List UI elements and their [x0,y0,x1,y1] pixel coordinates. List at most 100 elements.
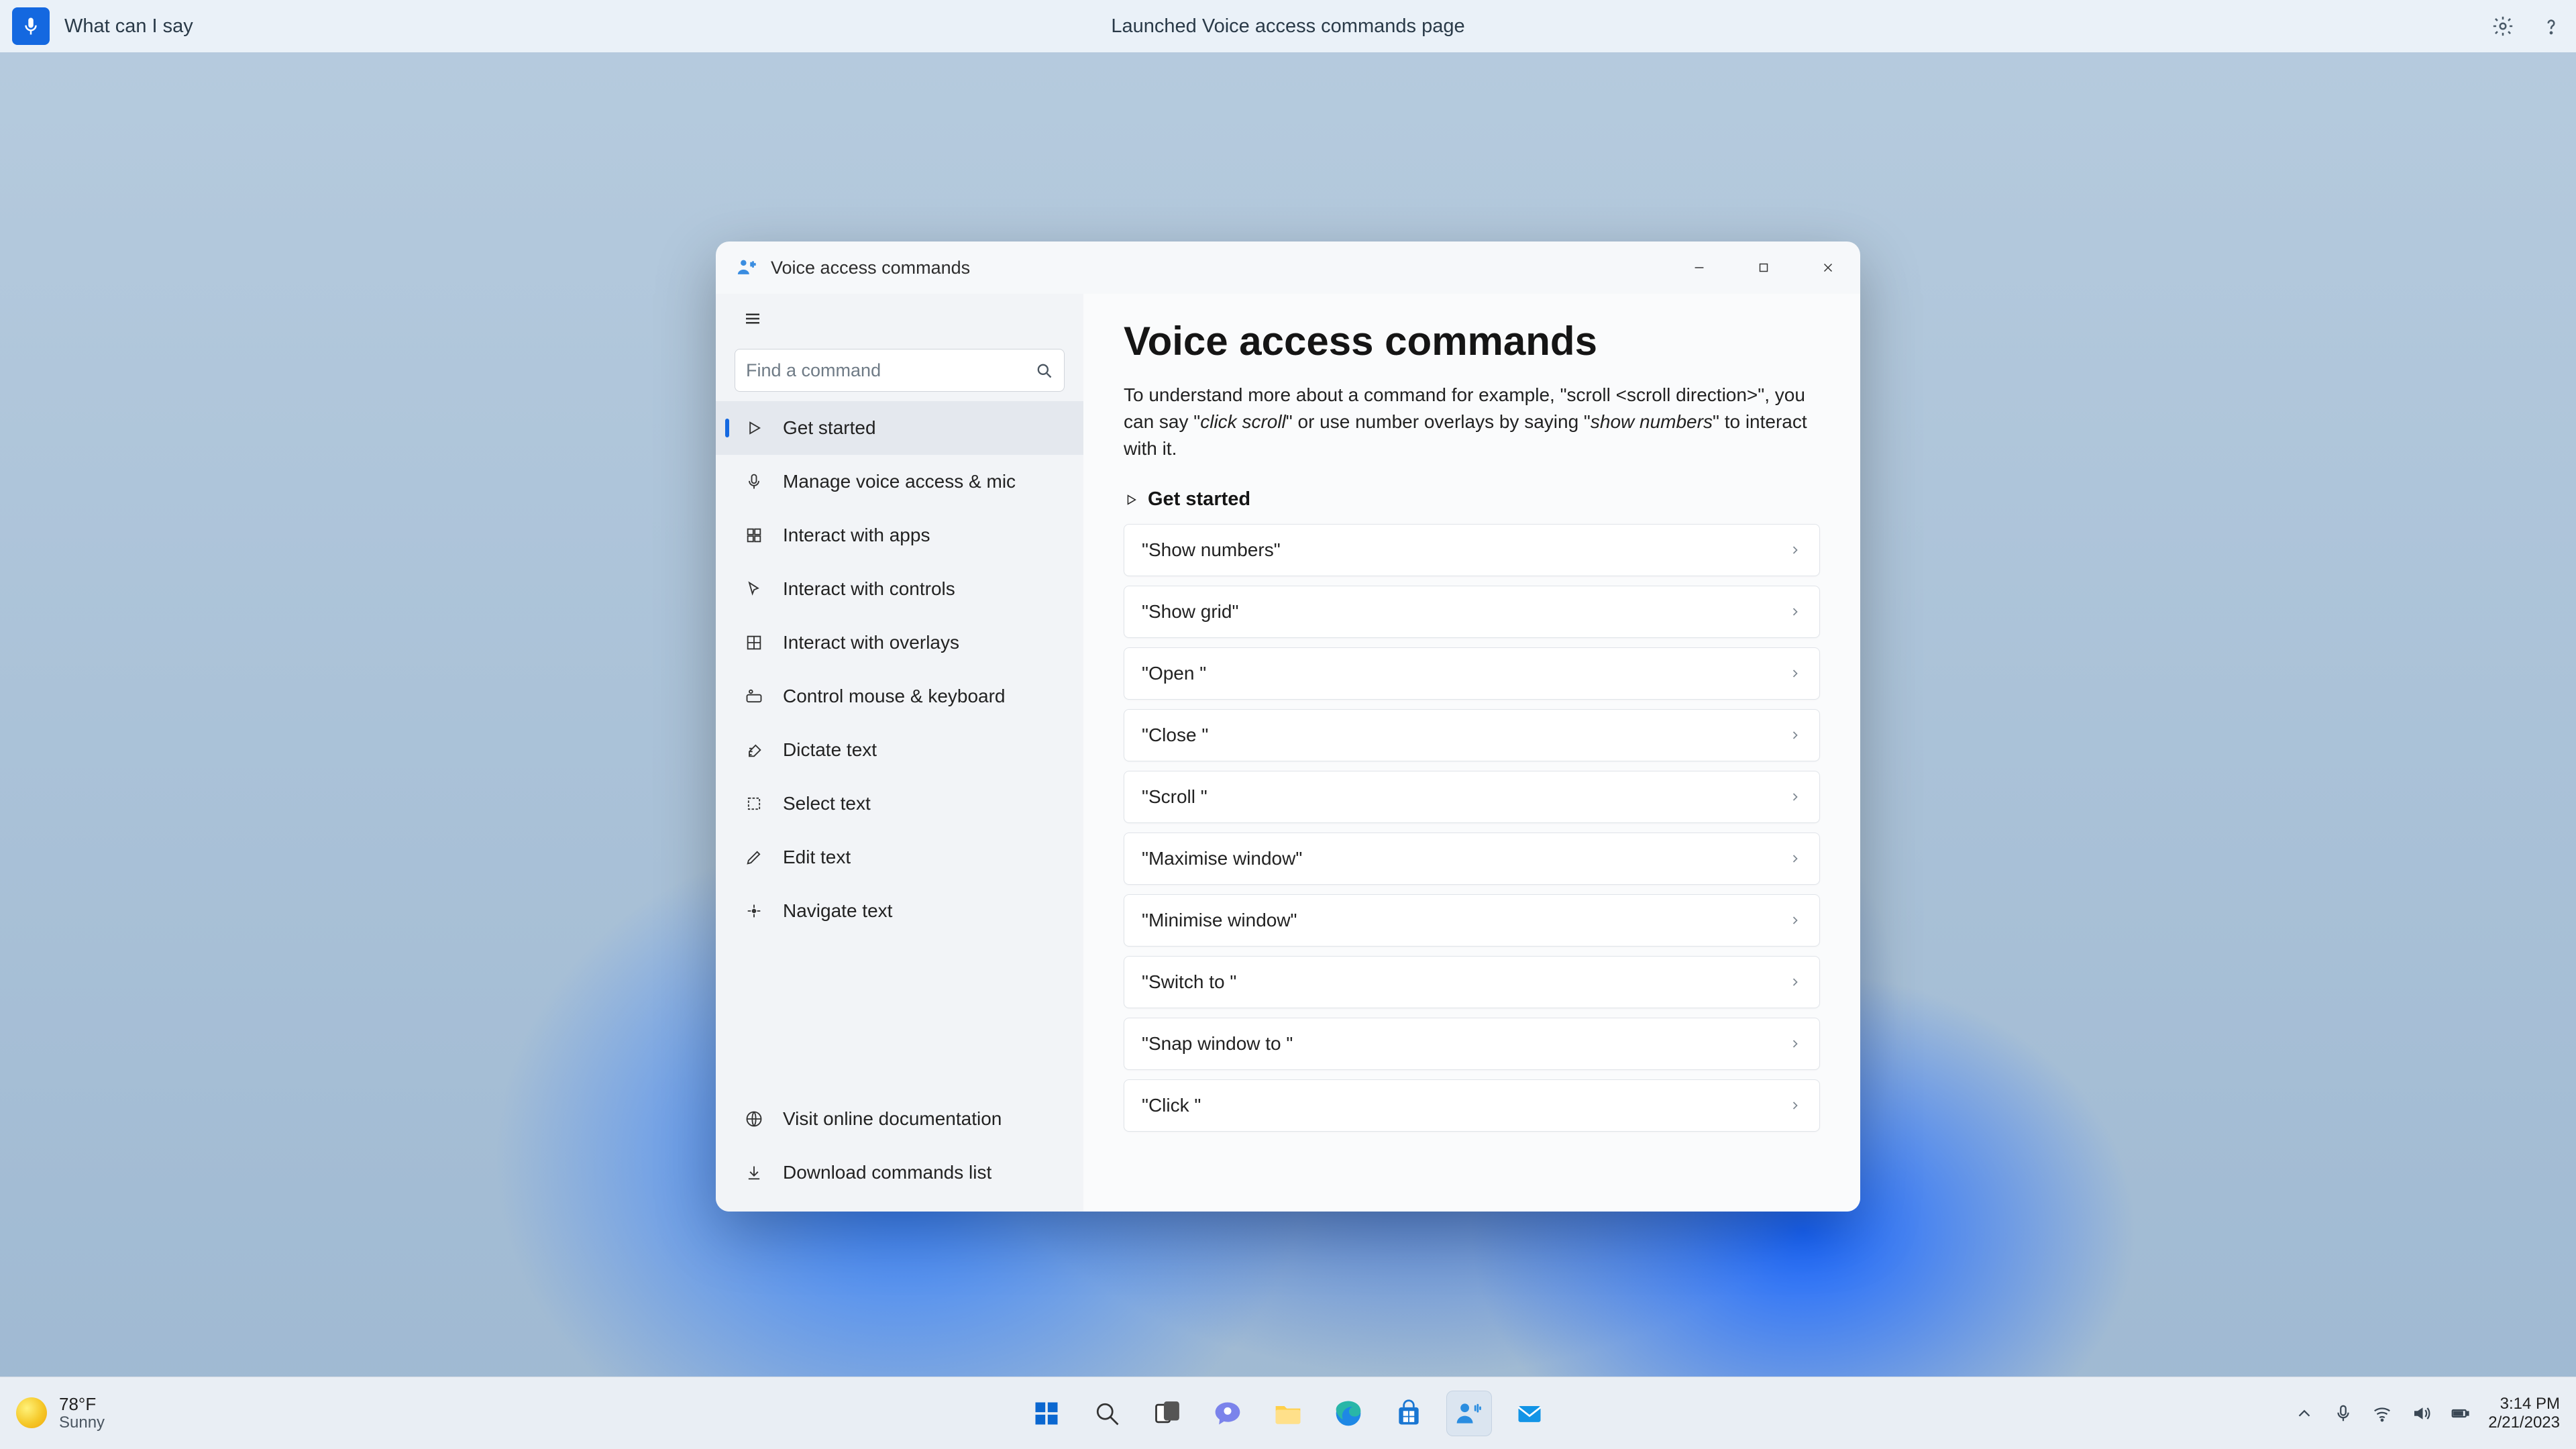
sidebar-item-label: Download commands list [783,1162,991,1183]
globe-icon [744,1109,764,1129]
taskbar-store-button[interactable] [1386,1391,1432,1436]
search-field[interactable] [735,349,1065,392]
maximize-button[interactable] [1731,241,1796,294]
command-text: "Show grid" [1142,601,1238,623]
edit-icon [744,847,764,867]
command-row[interactable]: "Scroll " [1124,771,1820,823]
sidebar-item-interact-with-controls[interactable]: Interact with controls [716,562,1083,616]
sidebar-item-edit-text[interactable]: Edit text [716,830,1083,884]
grid-icon [744,633,764,653]
tray-chevron-icon[interactable] [2294,1403,2315,1424]
dictate-icon [744,740,764,760]
chevron-right-icon [1788,852,1802,865]
hamburger-button[interactable] [735,301,771,337]
voice-access-bar: What can I say Launched Voice access com… [0,0,2576,52]
titlebar: Voice access commands [716,241,1860,294]
tray-volume-icon[interactable] [2410,1403,2432,1424]
sidebar: Get started Manage voice access & mic Inte… [716,294,1083,1212]
command-row[interactable]: "Close " [1124,709,1820,761]
taskbar-clock[interactable]: 3:14 PM 2/21/2023 [2488,1395,2560,1432]
search-icon [1034,361,1053,380]
taskbar-explorer-button[interactable] [1265,1391,1311,1436]
sidebar-item-label: Edit text [783,847,851,868]
sidebar-item-get-started[interactable]: Get started [716,401,1083,455]
minimize-button[interactable] [1667,241,1731,294]
sidebar-item-label: Control mouse & keyboard [783,686,1006,707]
weather-temp: 78°F [59,1395,105,1414]
sidebar-item-navigate-text[interactable]: Navigate text [716,884,1083,938]
chevron-right-icon [1788,790,1802,804]
chevron-right-icon [1788,543,1802,557]
command-text: "Minimise window" [1142,910,1297,931]
sidebar-item-label: Interact with overlays [783,632,959,653]
command-text: "Snap window to " [1142,1033,1293,1055]
settings-icon[interactable] [2490,13,2516,39]
tray-mic-icon[interactable] [2332,1403,2354,1424]
taskbar-chat-button[interactable] [1205,1391,1250,1436]
tray-wifi-icon[interactable] [2371,1403,2393,1424]
sidebar-item-label: Interact with controls [783,578,955,600]
command-text: "Show numbers" [1142,539,1281,561]
command-text: "Scroll " [1142,786,1208,808]
weather-icon [16,1397,47,1428]
search-input[interactable] [746,360,1034,381]
command-text: "Switch to " [1142,971,1236,993]
sidebar-item-control-mouse-keyboard[interactable]: Control mouse & keyboard [716,669,1083,723]
voice-access-commands-window: Voice access commands Get started Manage … [716,241,1860,1212]
kbm-icon [744,686,764,706]
sidebar-item-interact-with-overlays[interactable]: Interact with overlays [716,616,1083,669]
chevron-right-icon [1788,914,1802,927]
sidebar-item-dictate-text[interactable]: Dictate text [716,723,1083,777]
mic-icon [744,472,764,492]
weather-widget[interactable]: 78°F Sunny [16,1395,105,1432]
command-text: "Click " [1142,1095,1201,1116]
sidebar-item-label: Manage voice access & mic [783,471,1016,492]
command-row[interactable]: "Switch to " [1124,956,1820,1008]
command-row[interactable]: "Show numbers" [1124,524,1820,576]
sidebar-item-label: Interact with apps [783,525,930,546]
sidebar-item-label: Visit online documentation [783,1108,1002,1130]
select-icon [744,794,764,814]
taskbar-mail-button[interactable] [1507,1391,1552,1436]
start-button[interactable] [1024,1391,1069,1436]
page-description: To understand more about a command for e… [1124,382,1820,462]
command-text: "Maximise window" [1142,848,1302,869]
command-text: "Close " [1142,724,1208,746]
command-row[interactable]: "Minimise window" [1124,894,1820,947]
taskbar-voice-access-button[interactable] [1446,1391,1492,1436]
chevron-right-icon [1788,1037,1802,1051]
command-row[interactable]: "Snap window to " [1124,1018,1820,1070]
chevron-right-icon [1788,729,1802,742]
sidebar-item-download-commands-list[interactable]: Download commands list [716,1146,1083,1199]
voice-prompt-text: What can I say [64,15,193,38]
sidebar-item-label: Dictate text [783,739,877,761]
play-icon [1124,492,1138,507]
sidebar-item-manage-voice-access-mic[interactable]: Manage voice access & mic [716,455,1083,508]
tray-battery-icon[interactable] [2449,1403,2471,1424]
sidebar-item-visit-online-documentation[interactable]: Visit online documentation [716,1092,1083,1146]
command-row[interactable]: "Maximise window" [1124,833,1820,885]
command-row[interactable]: "Show grid" [1124,586,1820,638]
command-row[interactable]: "Click " [1124,1079,1820,1132]
page-title: Voice access commands [1124,318,1820,364]
taskbar-edge-button[interactable] [1326,1391,1371,1436]
task-view-button[interactable] [1144,1391,1190,1436]
close-button[interactable] [1796,241,1860,294]
window-title: Voice access commands [771,258,970,278]
taskbar-search-button[interactable] [1084,1391,1130,1436]
help-icon[interactable] [2538,13,2564,39]
weather-condition: Sunny [59,1414,105,1432]
chevron-right-icon [1788,605,1802,619]
sidebar-item-select-text[interactable]: Select text [716,777,1083,830]
command-text: "Open " [1142,663,1206,684]
chevron-right-icon [1788,1099,1802,1112]
command-row[interactable]: "Open " [1124,647,1820,700]
main-pane: Voice access commands To understand more… [1083,294,1860,1212]
download-icon [744,1163,764,1183]
taskbar: 78°F Sunny [0,1377,2576,1449]
sidebar-item-label: Select text [783,793,871,814]
voice-mic-button[interactable] [12,7,50,45]
app-icon [736,256,759,279]
sidebar-item-label: Navigate text [783,900,892,922]
sidebar-item-interact-with-apps[interactable]: Interact with apps [716,508,1083,562]
